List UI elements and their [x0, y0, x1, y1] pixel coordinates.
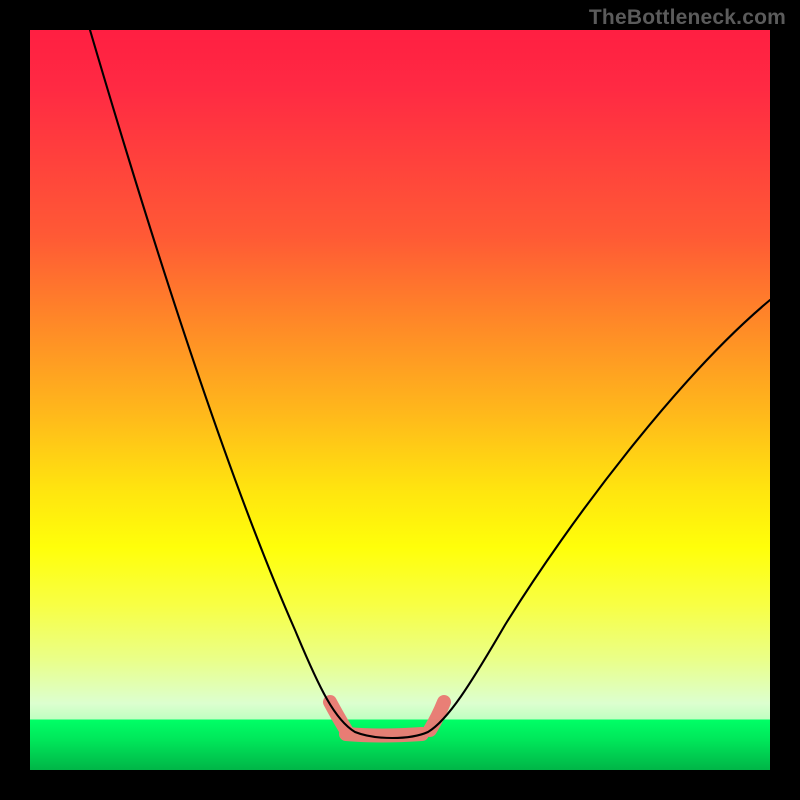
optimum-highlight-mid: [346, 734, 422, 736]
watermark-text: TheBottleneck.com: [589, 6, 786, 30]
chart-frame: TheBottleneck.com: [0, 0, 800, 800]
plot-area: [30, 30, 770, 770]
bottleneck-curve: [90, 30, 770, 738]
curve-layer: [30, 30, 770, 770]
